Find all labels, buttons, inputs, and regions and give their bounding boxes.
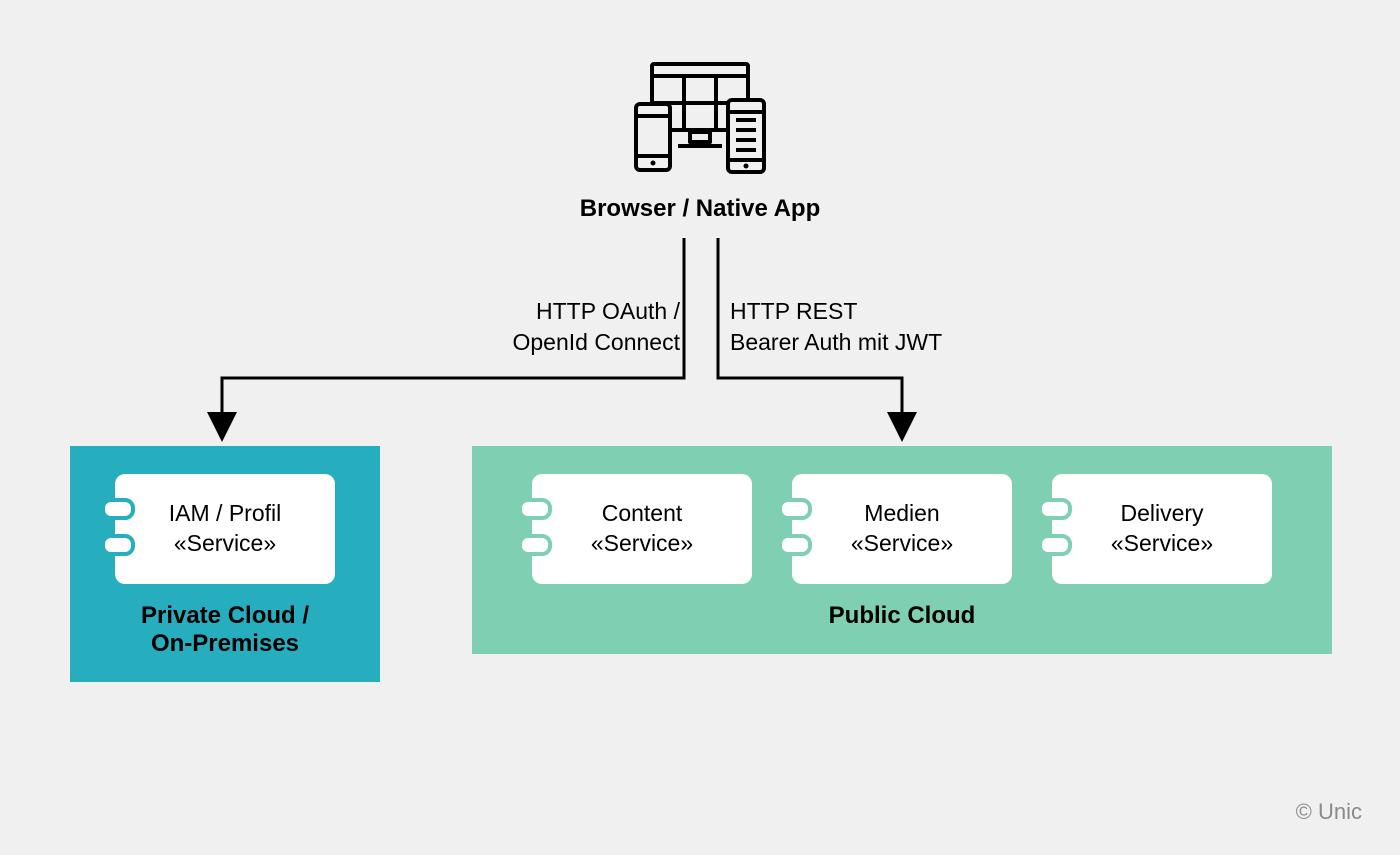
service-stereotype: «Service» (174, 529, 276, 559)
private-cloud-box: IAM / Profil «Service» Private Cloud / O… (70, 446, 380, 682)
service-notch-icon (518, 534, 552, 556)
conn-right-line2: Bearer Auth mit JWT (730, 329, 942, 355)
service-content: Content «Service» (532, 474, 752, 584)
service-notch-icon (778, 534, 812, 556)
conn-right-line1: HTTP REST (730, 298, 857, 324)
service-notch-icon (778, 498, 812, 520)
service-name: Delivery (1120, 499, 1203, 529)
service-notch-icon (101, 498, 135, 520)
private-services-row: IAM / Profil «Service» (100, 474, 350, 584)
conn-left-line1: HTTP OAuth / (536, 298, 680, 324)
devices-icon (630, 60, 770, 180)
client-label: Browser / Native App (580, 195, 821, 223)
service-medien: Medien «Service» (792, 474, 1012, 584)
public-cloud-box: Content «Service» Medien «Service» Deliv… (472, 446, 1332, 654)
service-notch-icon (1038, 534, 1072, 556)
public-services-row: Content «Service» Medien «Service» Deliv… (502, 474, 1302, 584)
connection-label-right: HTTP REST Bearer Auth mit JWT (730, 296, 942, 358)
private-cloud-title: Private Cloud / On-Premises (100, 602, 350, 658)
service-stereotype: «Service» (591, 529, 693, 559)
devices-svg (630, 60, 770, 180)
service-delivery: Delivery «Service» (1052, 474, 1272, 584)
public-cloud-title: Public Cloud (502, 602, 1302, 630)
service-iam-profil: IAM / Profil «Service» (115, 474, 335, 584)
service-notch-icon (101, 534, 135, 556)
architecture-diagram: Browser / Native App HTTP OAuth / OpenId… (0, 0, 1400, 855)
conn-left-line2: OpenId Connect (512, 329, 680, 355)
service-notch-icon (518, 498, 552, 520)
service-stereotype: «Service» (1111, 529, 1213, 559)
service-notch-icon (1038, 498, 1072, 520)
service-name: Content (602, 499, 683, 529)
service-name: IAM / Profil (169, 499, 281, 529)
service-stereotype: «Service» (851, 529, 953, 559)
copyright-label: © Unic (1296, 799, 1362, 825)
connection-label-left: HTTP OAuth / OpenId Connect (512, 296, 680, 358)
service-name: Medien (864, 499, 939, 529)
